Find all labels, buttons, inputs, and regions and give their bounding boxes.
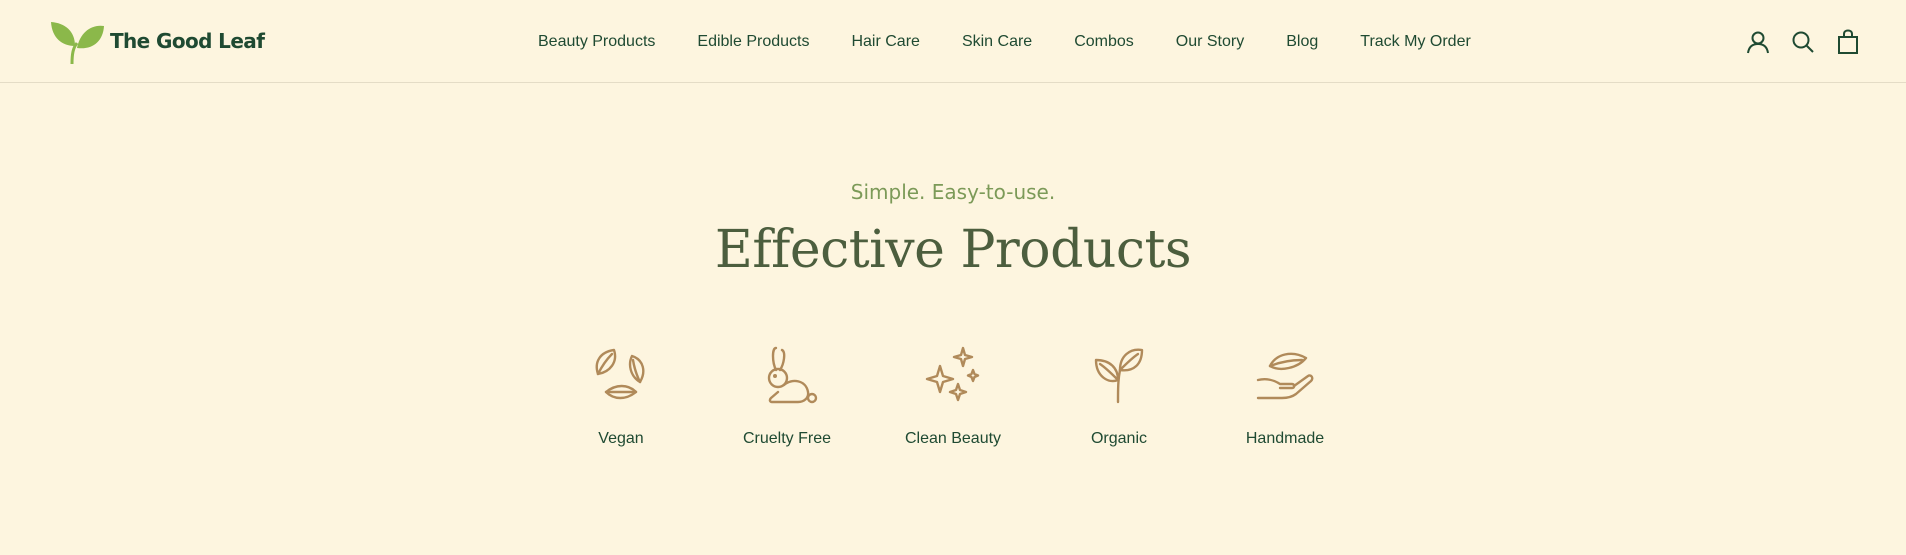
sparkles-icon <box>918 340 988 410</box>
hand-leaf-icon <box>1250 340 1320 410</box>
feature-label: Vegan <box>598 430 644 447</box>
header-actions <box>0 29 1906 55</box>
feature-item-organic: Organic <box>1049 340 1189 448</box>
feature-item-vegan: Vegan <box>551 340 691 448</box>
site-header: The Good Leaf Beauty Products Edible Pro… <box>0 0 1906 83</box>
feature-label: Cruelty Free <box>742 430 832 447</box>
feature-list: Vegan Cruelty Free Clean Beauty Organic … <box>0 340 1906 460</box>
leaves-icon <box>586 340 656 410</box>
hero-eyebrow: Simple. Easy-to-use. <box>850 180 1056 204</box>
rabbit-icon <box>752 340 822 410</box>
feature-label: Clean Beauty <box>904 430 1002 447</box>
feature-item-clean-beauty: Clean Beauty <box>883 340 1023 448</box>
feature-label: Handmade <box>1245 430 1325 447</box>
feature-item-handmade: Handmade <box>1215 340 1355 448</box>
feature-item-cruelty-free: Cruelty Free <box>717 340 857 448</box>
search-icon[interactable] <box>1790 29 1816 55</box>
sprout-icon <box>1084 340 1154 410</box>
hero-title: Effective Products <box>714 220 1192 280</box>
cart-icon[interactable] <box>1835 29 1861 55</box>
account-icon[interactable] <box>1745 29 1771 55</box>
feature-label: Organic <box>1090 430 1148 447</box>
